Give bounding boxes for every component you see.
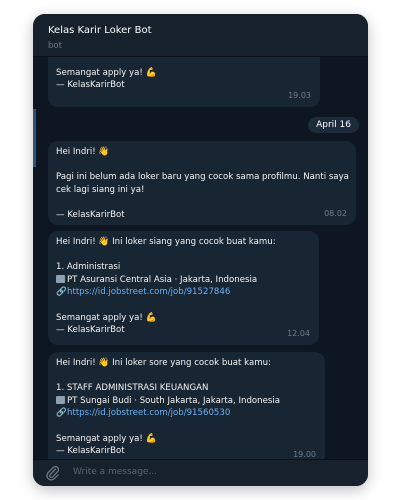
chat-subtitle: bot [48,41,62,51]
link-emoji-icon: 🔗 [56,408,67,419]
message-greeting: Hei Indri! [56,358,96,368]
date-separator: April 16 [308,117,359,133]
message-list[interactable]: Semangat apply ya! 💪 — KelasKarirBot 19.… [33,57,368,460]
company-card-icon [56,274,65,283]
message-bubble[interactable]: Hei Indri! 👋 Ini loker siang yang cocok … [48,231,319,345]
message-text: Pagi ini belum ada loker baru yang cocok… [56,172,349,183]
message-signature: — KelasKarirBot [56,325,125,336]
message-text: Semangat apply ya! [56,67,143,78]
message-bubble[interactable]: Hei Indri! 👋 Ini loker sore yang cocok b… [48,352,325,460]
muscle-emoji-icon: 💪 [145,67,157,78]
message-text: Ini loker sore yang cocok buat kamu: [112,358,271,368]
wave-emoji-icon: 👋 [98,237,110,247]
message-signature: — KelasKarirBot [56,446,125,457]
message-time: 19.03 [288,91,311,101]
message-signature: — KelasKarirBot [56,80,125,91]
muscle-emoji-icon: 💪 [145,433,157,444]
job-title: 1. Administrasi [56,262,121,273]
paperclip-icon[interactable] [46,465,60,481]
message-greeting: Hei Indri! [56,237,96,247]
chat-title: Kelas Karir Loker Bot [48,25,152,36]
job-company: PT Sungai Budi · South Jakarta, Jakarta,… [67,395,281,406]
message-input[interactable]: Write a message... [73,467,157,477]
message-text: Semangat apply ya! [56,312,143,323]
scroll-indicator [33,109,36,167]
message-text: Ini loker siang yang cocok buat kamu: [112,237,276,247]
message-bubble[interactable]: Semangat apply ya! 💪 — KelasKarirBot 19.… [48,57,320,107]
link-emoji-icon: 🔗 [56,287,67,298]
chat-window: Kelas Karir Loker Bot bot Semangat apply… [33,14,368,486]
message-text: cek lagi siang ini ya! [56,184,145,195]
message-input-bar: Write a message... [33,459,368,486]
message-signature: — KelasKarirBot [56,209,125,220]
company-card-icon [56,395,65,404]
job-title: 1. STAFF ADMINISTRASI KEUANGAN [56,383,209,394]
chat-header[interactable]: Kelas Karir Loker Bot bot [33,14,368,57]
wave-emoji-icon: 👋 [98,358,110,368]
job-link[interactable]: https://id.jobstreet.com/job/91560530 [67,408,230,418]
message-time: 12.04 [287,329,310,339]
message-time: 08.02 [324,209,347,219]
message-bubble[interactable]: Hei Indri! 👋 Pagi ini belum ada loker ba… [48,141,356,225]
muscle-emoji-icon: 💪 [145,312,157,323]
job-company: PT Asuransi Central Asia · Jakarta, Indo… [67,274,258,285]
wave-emoji-icon: 👋 [98,147,110,157]
job-link[interactable]: https://id.jobstreet.com/job/91527846 [67,287,230,297]
message-text: Semangat apply ya! [56,433,143,444]
message-greeting: Hei Indri! [56,147,96,157]
